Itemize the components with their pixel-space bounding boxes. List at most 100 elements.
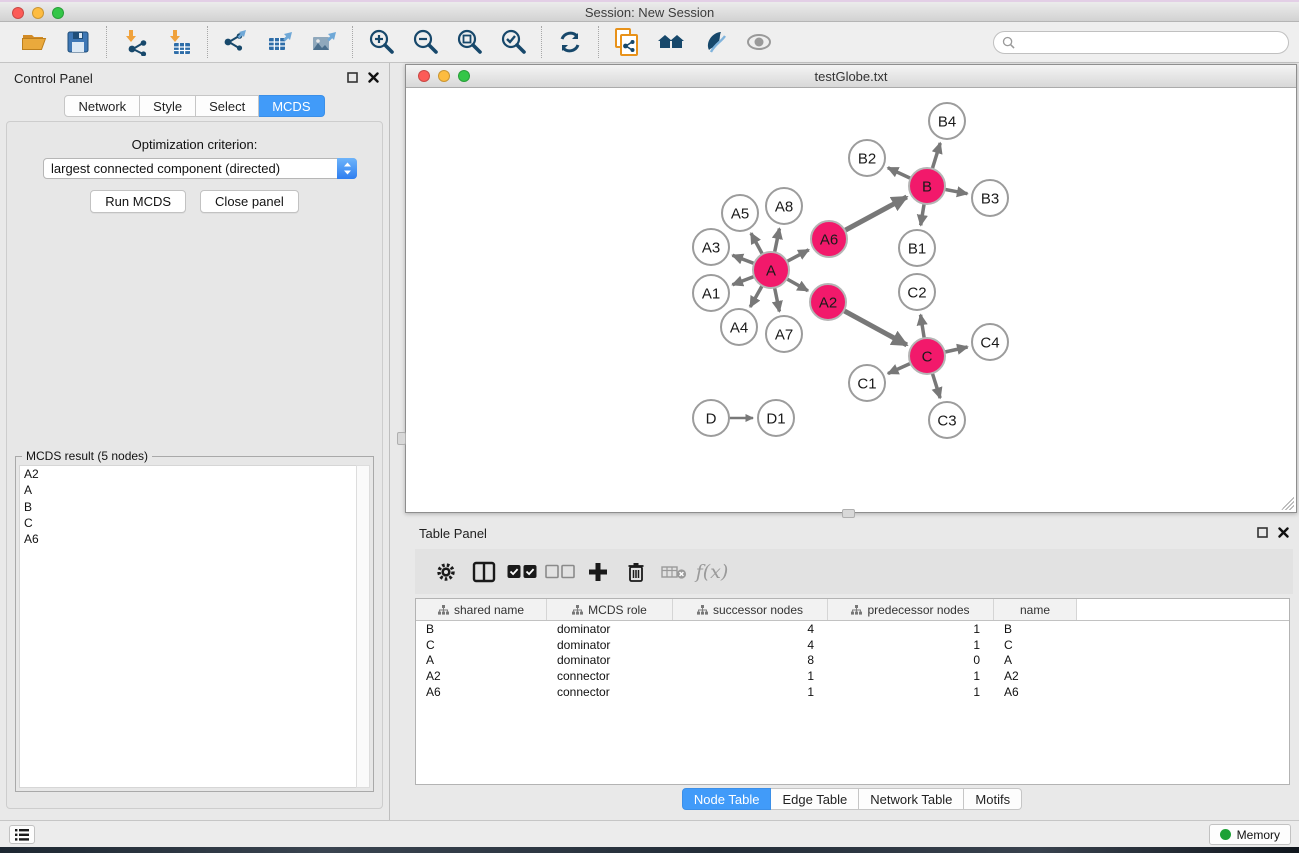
table-toolbar: f(x)	[415, 549, 1293, 594]
cell-MCDS-role[interactable]: dominator	[547, 622, 673, 636]
tab-style[interactable]: Style	[140, 95, 196, 117]
close-panel-button[interactable]: Close panel	[200, 190, 299, 213]
mcds-result-list[interactable]: A2ABCA6	[19, 465, 356, 788]
split-divider-handle-vertical[interactable]	[397, 432, 406, 445]
columns-icon[interactable]	[467, 557, 501, 587]
tab-network[interactable]: Network	[64, 95, 140, 117]
tab-network-table[interactable]: Network Table	[859, 788, 964, 810]
cell-name[interactable]: C	[994, 638, 1077, 652]
tab-node-table[interactable]: Node Table	[682, 788, 772, 810]
memory-button[interactable]: Memory	[1209, 824, 1291, 845]
column-header-MCDS-role[interactable]: MCDS role	[547, 599, 673, 620]
tab-select[interactable]: Select	[196, 95, 259, 117]
float-panel-icon[interactable]	[347, 72, 358, 83]
table-row[interactable]: A6connector11A6	[416, 684, 1289, 700]
export-image-icon[interactable]	[309, 27, 339, 57]
eye-icon[interactable]	[744, 27, 774, 57]
export-table-icon[interactable]	[265, 27, 295, 57]
cell-name[interactable]: A	[994, 653, 1077, 667]
result-list-item[interactable]: A	[20, 482, 356, 498]
node-label-B1: B1	[908, 240, 926, 257]
open-folder-icon[interactable]	[19, 27, 49, 57]
network-canvas[interactable]: A5A8A3A6AA1A2A4A7B4B2BB3B1C2C4CC1C3DD1	[406, 88, 1296, 512]
cell-successor-nodes[interactable]: 4	[673, 638, 828, 652]
save-icon[interactable]	[63, 27, 93, 57]
cell-successor-nodes[interactable]: 8	[673, 653, 828, 667]
cell-shared-name[interactable]: A6	[416, 685, 547, 699]
result-list-item[interactable]: A6	[20, 531, 356, 547]
add-column-icon[interactable]	[581, 557, 615, 587]
select-all-icon[interactable]	[505, 557, 539, 587]
mcds-tab-content: Optimization criterion: largest connecte…	[6, 121, 383, 809]
home-icon[interactable]	[656, 27, 686, 57]
cell-successor-nodes[interactable]: 4	[673, 622, 828, 636]
table-row[interactable]: Bdominator41B	[416, 621, 1289, 637]
deselect-all-icon[interactable]	[543, 557, 577, 587]
tab-mcds[interactable]: MCDS	[259, 95, 324, 117]
import-network-icon[interactable]	[120, 27, 150, 57]
result-list-item[interactable]: A2	[20, 466, 356, 482]
cell-successor-nodes[interactable]: 1	[673, 669, 828, 683]
run-mcds-button[interactable]: Run MCDS	[90, 190, 186, 213]
tab-edge-table[interactable]: Edge Table	[771, 788, 859, 810]
cell-predecessor-nodes[interactable]: 1	[828, 685, 994, 699]
zoom-in-icon[interactable]	[366, 27, 396, 57]
table-row[interactable]: A2connector11A2	[416, 668, 1289, 684]
clone-network-icon[interactable]	[612, 27, 642, 57]
zoom-selected-icon[interactable]	[498, 27, 528, 57]
close-panel-icon[interactable]	[368, 72, 379, 83]
table-panel: Table Panel	[405, 520, 1299, 820]
cell-predecessor-nodes[interactable]: 0	[828, 653, 994, 667]
gear-icon[interactable]	[429, 557, 463, 587]
network-window-titlebar[interactable]: testGlobe.txt	[406, 65, 1296, 88]
table-float-panel-icon[interactable]	[1257, 527, 1268, 538]
zoom-out-icon[interactable]	[410, 27, 440, 57]
style-preview-icon[interactable]	[700, 27, 730, 57]
criterion-dropdown[interactable]: largest connected component (directed)	[43, 158, 357, 179]
optimization-criterion-label: Optimization criterion:	[7, 137, 382, 152]
session-title: Session: New Session	[0, 5, 1299, 20]
cell-successor-nodes[interactable]: 1	[673, 685, 828, 699]
cell-name[interactable]: A6	[994, 685, 1077, 699]
cell-shared-name[interactable]: B	[416, 622, 547, 636]
cell-MCDS-role[interactable]: connector	[547, 685, 673, 699]
result-list-scrollbar[interactable]	[356, 465, 370, 788]
result-list-item[interactable]: C	[20, 515, 356, 531]
result-list-item[interactable]: B	[20, 499, 356, 515]
task-history-button[interactable]	[9, 825, 35, 844]
column-header-predecessor-nodes[interactable]: predecessor nodes	[828, 599, 994, 620]
table-close-panel-icon[interactable]	[1278, 527, 1289, 538]
column-header-name[interactable]: name	[994, 599, 1077, 620]
column-header-shared-name[interactable]: shared name	[416, 599, 547, 620]
split-divider-handle-horizontal[interactable]	[842, 509, 855, 518]
node-label-C1: C1	[857, 375, 876, 392]
cell-shared-name[interactable]: A2	[416, 669, 547, 683]
cell-shared-name[interactable]: A	[416, 653, 547, 667]
table-row[interactable]: Adominator80A	[416, 652, 1289, 668]
export-network-icon[interactable]	[221, 27, 251, 57]
table-row[interactable]: Cdominator41C	[416, 637, 1289, 653]
cell-shared-name[interactable]: C	[416, 638, 547, 652]
cell-MCDS-role[interactable]: connector	[547, 669, 673, 683]
window-resize-grip[interactable]	[1281, 497, 1294, 510]
node-label-B4: B4	[938, 113, 956, 130]
search-input[interactable]	[1019, 36, 1288, 50]
tab-motifs[interactable]: Motifs	[964, 788, 1022, 810]
zoom-fit-icon[interactable]	[454, 27, 484, 57]
trash-icon[interactable]	[619, 557, 653, 587]
search-field[interactable]	[993, 31, 1289, 54]
cell-predecessor-nodes[interactable]: 1	[828, 638, 994, 652]
table-panel-tabs: Node TableEdge TableNetwork TableMotifs	[405, 788, 1299, 810]
node-label-A7: A7	[775, 326, 793, 343]
control-panel: Control Panel NetworkStyleSelectMCDS Opt…	[0, 63, 390, 820]
cell-MCDS-role[interactable]: dominator	[547, 653, 673, 667]
cell-MCDS-role[interactable]: dominator	[547, 638, 673, 652]
column-header-successor-nodes[interactable]: successor nodes	[673, 599, 828, 620]
cell-name[interactable]: A2	[994, 669, 1077, 683]
cell-predecessor-nodes[interactable]: 1	[828, 669, 994, 683]
cell-predecessor-nodes[interactable]: 1	[828, 622, 994, 636]
cell-name[interactable]: B	[994, 622, 1077, 636]
import-table-icon[interactable]	[164, 27, 194, 57]
node-label-D: D	[706, 410, 717, 427]
refresh-icon[interactable]	[555, 27, 585, 57]
